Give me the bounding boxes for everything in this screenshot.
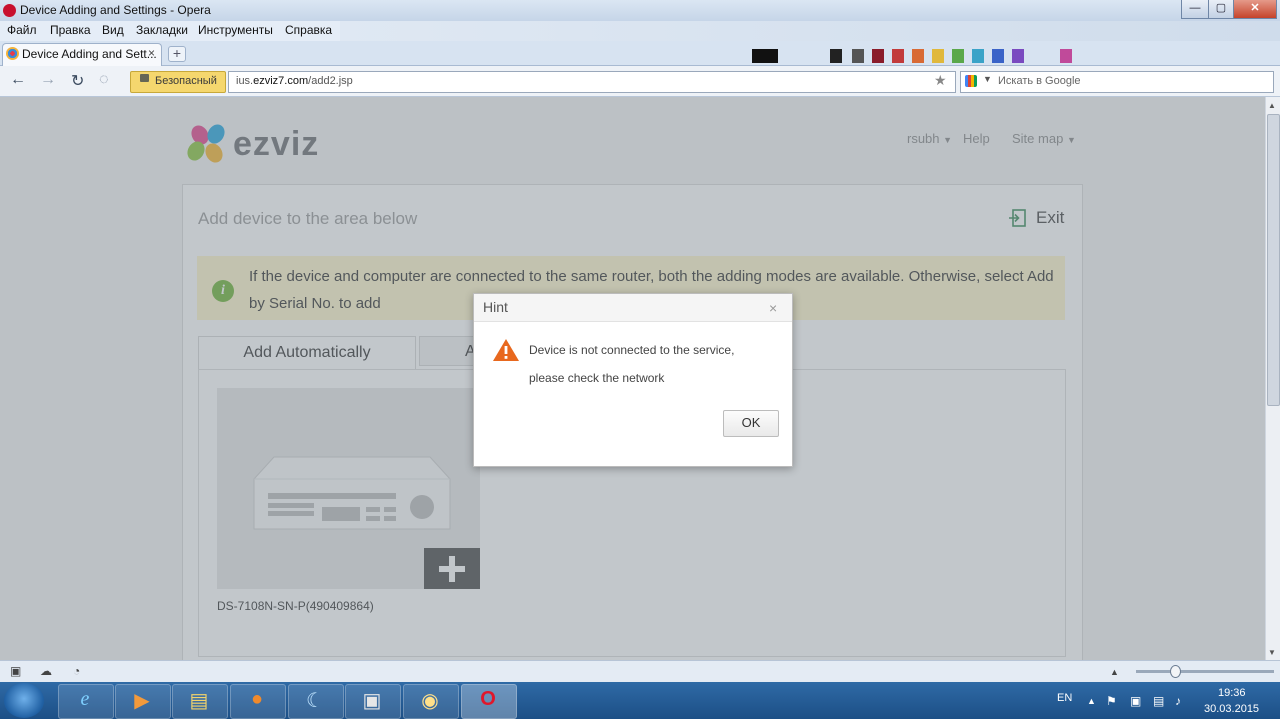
dialog-message-line2: please check the network (529, 371, 665, 385)
menu-tools[interactable]: Инструменты (198, 23, 273, 37)
scroll-down-icon[interactable]: ▼ (1268, 648, 1276, 657)
firefox-icon: ● (250, 688, 264, 710)
new-tab-button[interactable]: + (168, 46, 186, 62)
tray-expand-icon[interactable]: ▲ (1087, 696, 1096, 706)
color-swatch (892, 49, 904, 63)
opera-logo-icon (3, 4, 16, 17)
warning-icon (493, 339, 519, 361)
key-icon[interactable]: ◌ (99, 71, 109, 89)
clock-time[interactable]: 19:36 (1218, 687, 1246, 699)
color-swatch (912, 49, 924, 63)
tab-label: Device Adding and Sett... (22, 47, 157, 61)
menu-edit[interactable]: Правка (50, 23, 91, 37)
clock-date[interactable]: 30.03.2015 (1204, 703, 1259, 715)
zoom-slider-track[interactable] (1136, 670, 1274, 673)
color-swatch (992, 49, 1004, 63)
google-icon[interactable] (965, 75, 977, 87)
power-icon[interactable]: ▣ (1130, 694, 1141, 708)
bookmark-star-icon[interactable]: ★ (934, 72, 947, 89)
opera-taskbar-icon: O (480, 688, 496, 710)
scroll-thumb[interactable] (1267, 114, 1280, 406)
back-arrow-icon[interactable]: ← (10, 71, 26, 89)
panel-toggle-icon[interactable]: ▣ (10, 664, 21, 678)
cloud-icon[interactable]: ☁ (40, 664, 52, 678)
color-swatch (952, 49, 964, 63)
forward-arrow-icon[interactable]: → (40, 71, 56, 89)
speed-dial-icon[interactable]: ◔ (73, 664, 80, 678)
media-player-icon: ▶ (134, 690, 150, 712)
dialog-close-icon[interactable]: × (769, 300, 777, 316)
url-domain: ezviz7.com (253, 75, 309, 87)
color-swatch (852, 49, 864, 63)
browser-status-bar (0, 660, 1280, 683)
tab-close-icon[interactable]: × (148, 46, 155, 60)
minimize-button[interactable]: — (1181, 0, 1209, 19)
color-swatch (1012, 49, 1024, 63)
dialog-title: Hint (483, 299, 508, 315)
lock-icon (140, 74, 149, 82)
action-center-icon[interactable]: ⚑ (1106, 694, 1117, 708)
language-indicator[interactable]: EN (1057, 692, 1072, 704)
address-url: ius.ezviz7.com/add2.jsp (236, 75, 353, 87)
zoom-up-icon[interactable]: ▲ (1110, 667, 1119, 677)
color-swatch (872, 49, 884, 63)
internet-explorer-icon: e (80, 688, 90, 710)
maximize-button[interactable]: ▢ (1208, 0, 1234, 19)
network-icon[interactable]: ▤ (1153, 694, 1164, 708)
color-swatch (932, 49, 944, 63)
dialog-header (474, 294, 792, 322)
menu-bookmarks[interactable]: Закладки (136, 23, 188, 37)
color-swatch (830, 49, 842, 63)
color-swatch (972, 49, 984, 63)
volume-icon[interactable]: ♪ (1175, 694, 1181, 708)
google-search-placeholder: Искать в Google (998, 75, 1081, 87)
search-engine-dropdown-icon[interactable]: ▼ (983, 74, 992, 84)
color-swatch (752, 49, 778, 63)
zoom-slider-knob[interactable] (1170, 665, 1181, 678)
url-path: /add2.jsp (308, 75, 353, 87)
scroll-up-icon[interactable]: ▲ (1268, 101, 1276, 110)
paint-palette-icon: ◉ (421, 690, 439, 712)
dialog-message-line1: Device is not connected to the service, (529, 343, 735, 357)
windows-start-button[interactable] (4, 683, 44, 718)
menu-view[interactable]: Вид (102, 23, 124, 37)
close-window-button[interactable]: ✕ (1233, 0, 1277, 19)
color-swatch (1060, 49, 1072, 63)
window-title: Device Adding and Settings - Opera (20, 3, 211, 17)
url-prefix: ius. (236, 75, 254, 87)
folder-icon: ▤ (189, 690, 209, 712)
security-label: Безопасный (155, 75, 217, 87)
tab-bar (0, 41, 1280, 66)
decorative-toolbar-strip (340, 21, 1280, 41)
ok-button[interactable]: OK (723, 410, 779, 437)
scanner-icon: ▣ (362, 690, 382, 712)
menu-file[interactable]: Файл (7, 23, 37, 37)
menu-help[interactable]: Справка (285, 23, 332, 37)
ezviz-favicon-icon (6, 47, 19, 60)
reload-icon[interactable]: ↻ (71, 71, 84, 91)
app-moon-icon: ☾ (306, 690, 324, 712)
